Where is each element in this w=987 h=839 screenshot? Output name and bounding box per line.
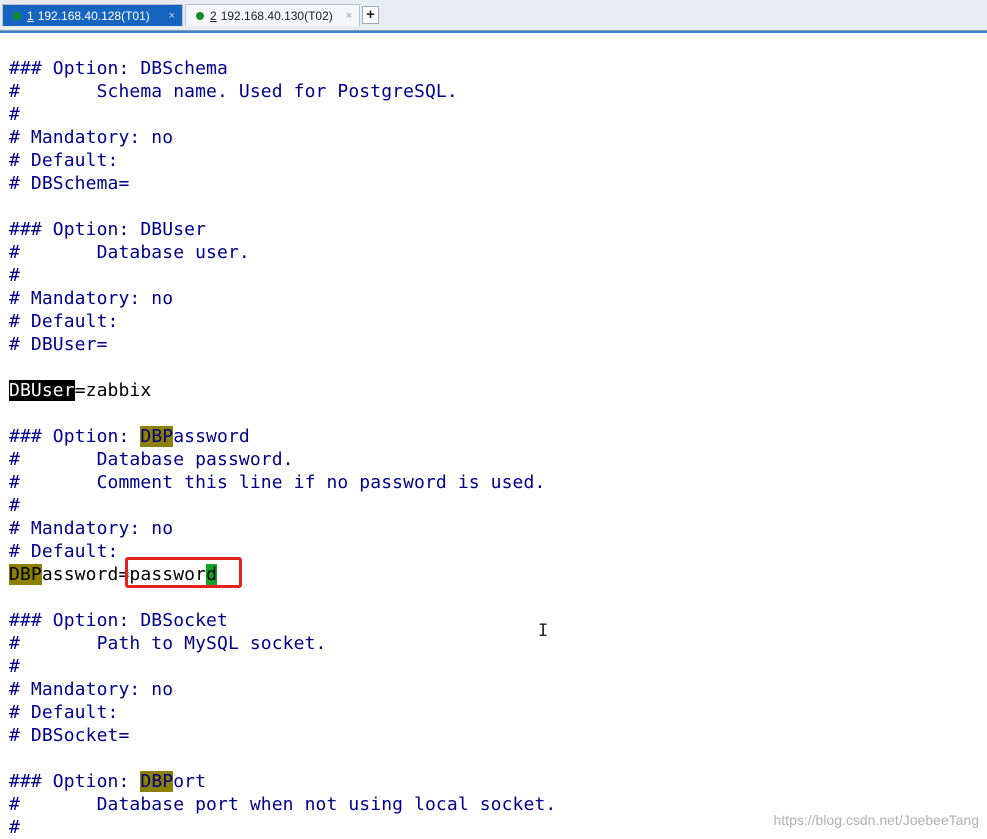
terminal-line: # Database user. [9,242,250,263]
option-name-rest: ort [173,771,207,792]
terminal-line: # DBSchema= [9,173,130,194]
watermark: https://blog.csdn.net/JoebeeTang [773,812,979,828]
terminal-line: ### Option: DBSchema [9,58,228,79]
connected-status-icon [13,11,21,20]
terminal-line: # Path to MySQL socket. [9,633,327,654]
tab-number: 1 [27,8,34,23]
option-header-dbpassword: ### Option: DBPassword [9,425,250,448]
terminal-line: ### Option: DBUser [9,219,207,240]
option-header-dbport: ### Option: DBPort [9,770,206,793]
option-prefix: ### Option: [9,426,141,447]
terminal-line: # [9,495,20,516]
terminal-line: # Default: [9,541,119,562]
tab-session-t02[interactable]: 2 192.168.40.130(T02) × [185,4,360,26]
search-match: DBP [140,426,174,447]
selected-text: DBUser [9,380,75,401]
terminal-line: # Database port when not using local soc… [9,794,557,815]
terminal-line: # Default: [9,702,119,723]
terminal-line: ### Option: DBSocket [9,610,228,631]
tab-bar: 1 192.168.40.128(T01) × 2 192.168.40.130… [0,0,987,33]
terminal-line: # DBUser= [9,334,108,355]
terminal-line: # Comment this line if no password is us… [9,472,546,493]
terminal-line: # [9,104,20,125]
terminal-output[interactable]: ### Option: DBSchema # Schema name. Used… [9,57,987,838]
terminal-line: # [9,656,20,677]
tab-label: 192.168.40.128(T01) [37,8,150,23]
config-line-dbuser: DBUser=zabbix [9,379,151,402]
terminal-line: # Schema name. Used for PostgreSQL. [9,81,458,102]
terminal-line: # Default: [9,150,119,171]
terminal-line: # Mandatory: no [9,127,174,148]
terminal-line: # Database password. [9,449,294,470]
new-tab-button[interactable]: + [362,6,379,24]
search-match: DBP [9,564,42,585]
terminal-line: # Mandatory: no [9,288,174,309]
tab-label: 192.168.40.130(T02) [220,8,333,23]
terminal-line: # Default: [9,311,119,332]
ibeam-cursor-icon: I [538,621,549,641]
search-match: DBP [140,771,174,792]
terminal-line: # Mandatory: no [9,518,174,539]
terminal-line: # Mandatory: no [9,679,174,700]
close-icon[interactable]: × [169,10,175,22]
annotation-highlight-box [125,557,242,588]
connected-status-icon [196,11,204,20]
tab-session-t01[interactable]: 1 192.168.40.128(T01) × [2,4,183,26]
terminal-line: # [9,265,20,286]
tab-number: 2 [210,8,217,23]
config-value: =zabbix [74,380,152,401]
option-name-rest: assword [173,426,250,447]
terminal-line: # DBSocket= [9,725,130,746]
config-key-rest: assword= [41,564,130,585]
option-prefix: ### Option: [9,771,141,792]
close-icon[interactable]: × [346,10,352,22]
